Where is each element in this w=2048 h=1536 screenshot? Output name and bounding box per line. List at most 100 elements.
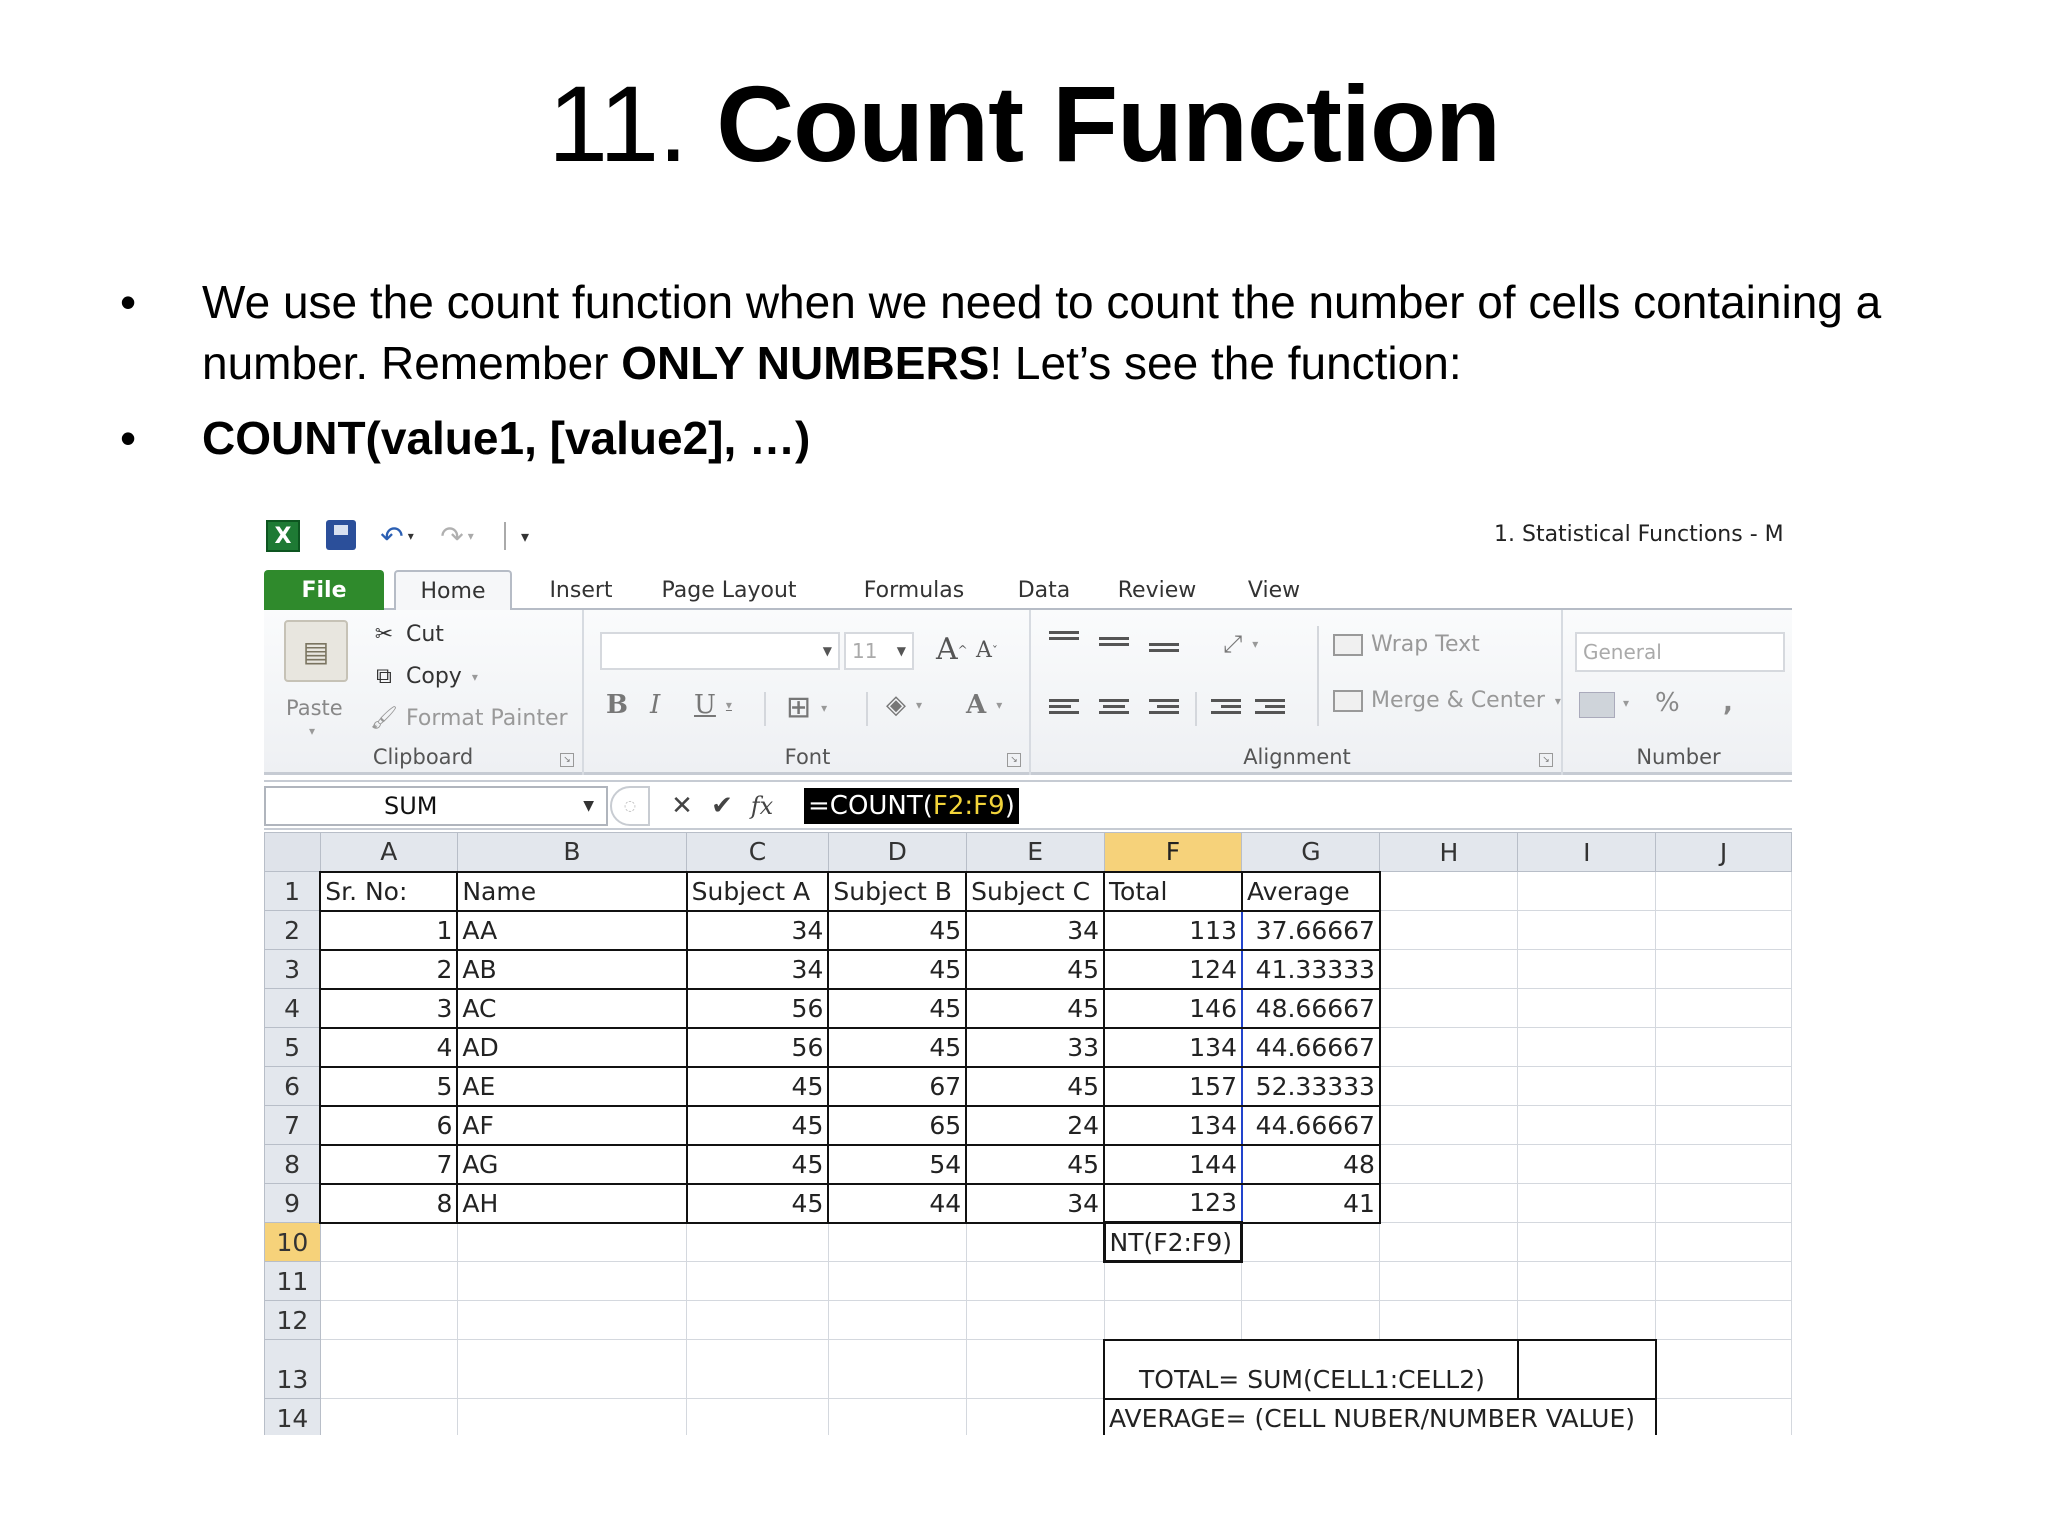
cell[interactable]: 37.66667: [1240, 909, 1381, 951]
row-header[interactable]: 2: [264, 910, 321, 950]
name-box[interactable]: SUM ▼: [264, 786, 608, 826]
header-cell[interactable]: Subject A: [685, 870, 830, 912]
fill-dropdown-icon[interactable]: ▾: [916, 698, 922, 712]
column-header[interactable]: A: [319, 832, 458, 872]
cell[interactable]: [456, 1261, 688, 1301]
borders-dropdown-icon[interactable]: ▾: [821, 701, 827, 715]
cell[interactable]: 157: [1103, 1065, 1243, 1107]
cell[interactable]: [1379, 988, 1519, 1028]
undo-icon[interactable]: ↶ ▾: [372, 520, 422, 553]
cell[interactable]: 45: [685, 1143, 830, 1185]
cell[interactable]: 1: [319, 909, 459, 951]
cell[interactable]: [827, 1261, 967, 1301]
cell[interactable]: [456, 1300, 688, 1340]
column-header[interactable]: G: [1241, 832, 1381, 872]
cell[interactable]: [1655, 1300, 1792, 1340]
cell[interactable]: 45: [965, 987, 1105, 1029]
active-cell-editor[interactable]: NT(F2:F9): [1102, 1221, 1244, 1263]
cell[interactable]: [1517, 1066, 1657, 1106]
row-header[interactable]: 5: [264, 1027, 321, 1067]
cell[interactable]: [319, 1300, 458, 1340]
cell[interactable]: 45: [685, 1065, 830, 1107]
copy-dropdown-icon[interactable]: ▾: [472, 670, 478, 684]
cell[interactable]: [456, 1398, 688, 1435]
cell[interactable]: [686, 1398, 829, 1435]
cell[interactable]: AG: [456, 1143, 688, 1185]
font-color-dropdown-icon[interactable]: ▾: [996, 698, 1002, 712]
cell[interactable]: 8: [319, 1182, 459, 1224]
cell[interactable]: [1655, 949, 1792, 989]
cancel-icon[interactable]: ✕: [662, 791, 702, 821]
merge-center-button[interactable]: Merge & Center ▾: [1333, 688, 1561, 713]
cell[interactable]: 44.66667: [1240, 1026, 1381, 1068]
cell[interactable]: 45: [965, 1143, 1105, 1185]
cell[interactable]: 113: [1103, 909, 1243, 951]
cell[interactable]: 144: [1103, 1143, 1243, 1185]
cell[interactable]: 33: [965, 1026, 1105, 1068]
cell[interactable]: [1655, 1261, 1792, 1301]
cell[interactable]: [1517, 1183, 1657, 1223]
excel-logo-icon[interactable]: X: [266, 520, 300, 552]
cell[interactable]: [1379, 949, 1519, 989]
cell[interactable]: [1379, 910, 1519, 950]
bold-button[interactable]: B: [606, 690, 628, 720]
tab-formulas[interactable]: Formulas: [844, 570, 984, 610]
select-all-corner[interactable]: [264, 832, 321, 872]
font-launcher-icon[interactable]: ↘: [1007, 753, 1021, 767]
grow-font-icon[interactable]: A ^: [936, 632, 968, 667]
column-header[interactable]: E: [965, 832, 1105, 872]
fill-color-icon[interactable]: ◈ ▾: [886, 690, 922, 720]
cell[interactable]: 41: [1240, 1182, 1381, 1224]
tab-page-layout[interactable]: Page Layout: [649, 570, 809, 610]
cell[interactable]: [319, 1398, 458, 1435]
column-header[interactable]: J: [1655, 832, 1792, 872]
cell[interactable]: [1241, 1222, 1381, 1262]
column-header[interactable]: D: [827, 832, 967, 872]
accounting-format-icon[interactable]: [1579, 692, 1615, 718]
cell[interactable]: [1379, 1027, 1519, 1067]
cell[interactable]: [965, 1261, 1105, 1301]
cell[interactable]: [965, 1339, 1105, 1399]
row-header-selected[interactable]: 10: [264, 1222, 321, 1262]
cell[interactable]: [319, 1261, 458, 1301]
header-cell[interactable]: Subject C: [965, 870, 1105, 912]
cell[interactable]: AE: [456, 1065, 688, 1107]
align-top-icon[interactable]: [1049, 628, 1083, 654]
cell[interactable]: [319, 1222, 458, 1262]
paste-icon[interactable]: ▤: [284, 620, 348, 682]
cell[interactable]: 34: [685, 909, 830, 951]
align-right-icon[interactable]: [1149, 696, 1183, 722]
cell[interactable]: [1655, 1105, 1792, 1145]
font-size-select[interactable]: 11 ▼: [844, 632, 914, 670]
clipboard-launcher-icon[interactable]: ↘: [560, 753, 574, 767]
orientation-dropdown-icon[interactable]: ▾: [1252, 637, 1258, 651]
cell[interactable]: AA: [456, 909, 688, 951]
header-cell[interactable]: Total: [1103, 870, 1243, 912]
tab-view[interactable]: View: [1234, 570, 1314, 610]
cell[interactable]: [1379, 1183, 1519, 1223]
cell[interactable]: [686, 1222, 829, 1262]
tab-data[interactable]: Data: [1004, 570, 1084, 610]
cell[interactable]: 6: [319, 1104, 459, 1146]
cell[interactable]: 54: [827, 1143, 968, 1185]
row-header[interactable]: 9: [264, 1183, 321, 1223]
cell[interactable]: [1655, 1066, 1792, 1106]
cell[interactable]: [686, 1261, 829, 1301]
row-header[interactable]: 13: [264, 1339, 321, 1399]
cell[interactable]: AB: [456, 948, 688, 990]
cell[interactable]: 4: [319, 1026, 459, 1068]
underline-dropdown-icon[interactable]: ▾: [726, 698, 732, 712]
cell[interactable]: 45: [827, 1026, 968, 1068]
cell[interactable]: 45: [827, 948, 968, 990]
column-header[interactable]: B: [456, 832, 688, 872]
cell[interactable]: 123: [1103, 1182, 1243, 1224]
header-cell[interactable]: Average: [1240, 870, 1381, 912]
cell[interactable]: [319, 1339, 458, 1399]
cell[interactable]: [1517, 1105, 1657, 1145]
insert-function-icon[interactable]: fx: [742, 792, 782, 820]
cell[interactable]: 41.33333: [1240, 948, 1381, 990]
cell[interactable]: AH: [456, 1182, 688, 1224]
column-header[interactable]: H: [1379, 832, 1519, 872]
cell[interactable]: 2: [319, 948, 459, 990]
cell[interactable]: [1379, 1066, 1519, 1106]
